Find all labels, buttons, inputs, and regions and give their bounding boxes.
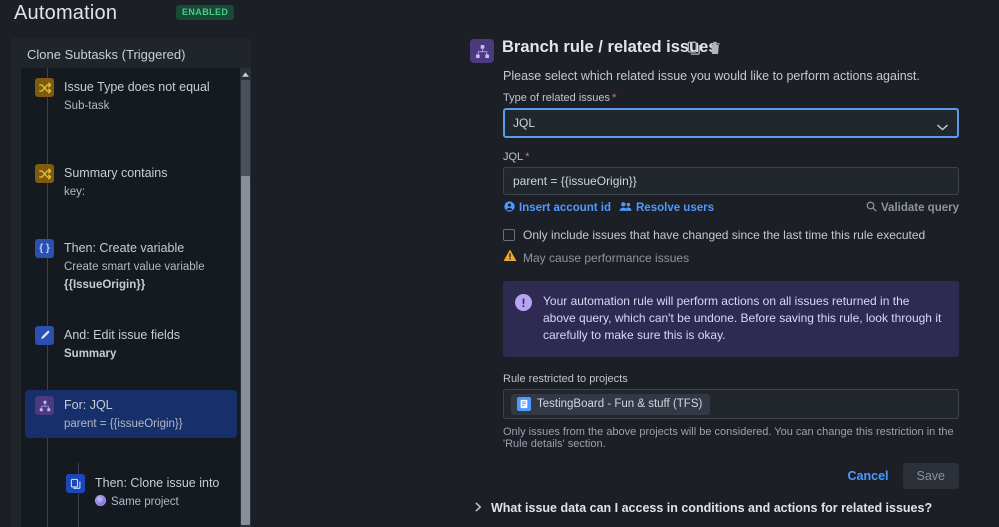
tree-scrollbar-thumb-upper[interactable] xyxy=(241,80,250,176)
search-icon xyxy=(866,201,877,215)
page-header: Automation ENABLED xyxy=(0,0,999,35)
only-changed-issues-row[interactable]: Only include issues that have changed si… xyxy=(503,228,959,242)
rule-node-title: And: Edit issue fields xyxy=(64,328,181,342)
rule-node-subtitle-2: {{IssueOrigin}} xyxy=(64,279,146,291)
shuffle-icon xyxy=(35,78,54,97)
jql-helper-links: Insert account id Resolve users Validate… xyxy=(503,201,959,218)
project-avatar-icon xyxy=(517,396,531,411)
cancel-button[interactable]: Cancel xyxy=(838,463,899,489)
rule-tree: Issue Type does not equal Sub-task Summa… xyxy=(21,68,251,527)
performance-warning-row: May cause performance issues xyxy=(503,249,959,267)
project-dot-icon xyxy=(95,495,106,506)
only-changed-issues-checkbox[interactable] xyxy=(503,229,515,241)
save-button[interactable]: Save xyxy=(902,463,959,489)
resolve-users-link[interactable]: Resolve users xyxy=(619,201,714,215)
required-marker: * xyxy=(612,92,617,104)
copy-icon[interactable] xyxy=(687,41,701,60)
rule-node-for-jql[interactable]: For: JQL parent = {{issueOrigin}} xyxy=(25,390,237,438)
validate-query-link[interactable]: Validate query xyxy=(866,201,959,215)
detail-panel: Branch rule / related issues Please sele… xyxy=(465,36,965,515)
project-chip[interactable]: TestingBoard - Fun & stuff (TFS) xyxy=(511,393,711,415)
type-of-related-issues-select[interactable]: JQL xyxy=(503,108,959,138)
only-changed-issues-label: Only include issues that have changed si… xyxy=(523,228,926,242)
faq-label: What issue data can I access in conditio… xyxy=(491,501,933,515)
rule-node-title: For: JQL xyxy=(64,398,113,412)
project-chip-label: TestingBoard - Fun & stuff (TFS) xyxy=(537,397,703,410)
status-badge: ENABLED xyxy=(176,5,235,20)
page-title: Branch rule / related issues xyxy=(502,38,718,56)
type-select-wrapper: JQL xyxy=(503,108,959,138)
people-icon xyxy=(619,201,632,215)
insert-account-id-link[interactable]: Insert account id xyxy=(504,201,611,215)
scroll-up-icon[interactable] xyxy=(240,68,251,80)
tree-scrollbar-track[interactable] xyxy=(240,68,251,527)
rule-node-issue-type[interactable]: Issue Type does not equal Sub-task xyxy=(25,72,237,120)
tree-scrollbar-thumb[interactable] xyxy=(241,176,250,525)
rule-node-subtitle: parent = {{issueOrigin}} xyxy=(64,418,183,430)
rule-node-subtitle: Sub-task xyxy=(64,100,110,112)
jql-input[interactable] xyxy=(503,167,959,195)
chevron-right-icon xyxy=(475,502,482,515)
trash-icon[interactable] xyxy=(708,41,722,60)
rule-restricted-note: Only issues from the above projects will… xyxy=(503,426,954,450)
detail-form: Type of related issues* JQL JQL* Insert … xyxy=(475,92,959,515)
detail-description: Please select which related issue you wo… xyxy=(503,69,920,83)
rule-node-create-variable[interactable]: { } Then: Create variable Create smart v… xyxy=(25,233,237,299)
info-icon: ! xyxy=(515,294,532,311)
rule-node-subtitle: Summary xyxy=(64,348,117,360)
info-banner: ! Your automation rule will perform acti… xyxy=(503,281,959,357)
rule-node-title: Then: Clone issue into xyxy=(95,476,220,490)
info-banner-text: Your automation rule will perform action… xyxy=(543,294,942,342)
header-actions xyxy=(687,41,722,60)
pencil-icon xyxy=(35,326,54,345)
rule-node-title: Then: Create variable xyxy=(64,241,185,255)
rule-panel-title: Clone Subtasks (Triggered) xyxy=(27,47,186,62)
branch-icon xyxy=(35,396,54,415)
rule-restricted-label: Rule restricted to projects xyxy=(503,373,628,385)
jql-field-label: JQL * xyxy=(503,151,530,163)
rule-panel: Clone Subtasks (Triggered) Issue Type do… xyxy=(11,38,251,527)
rule-node-subtitle: Same project xyxy=(95,494,236,510)
detail-header: Branch rule / related issues xyxy=(465,36,965,66)
page-title: Automation xyxy=(14,2,118,24)
branch-icon xyxy=(470,39,494,63)
rule-node-clone-issue[interactable]: Then: Clone issue into Same project xyxy=(56,468,236,516)
type-field-label: Type of related issues * xyxy=(503,92,617,104)
rule-node-subtitle: Create smart value variable xyxy=(64,261,205,273)
rule-node-edit-issue-fields[interactable]: And: Edit issue fields Summary xyxy=(25,320,237,368)
required-marker: * xyxy=(525,151,530,163)
rule-node-summary-contains[interactable]: Summary contains key: xyxy=(25,158,237,206)
form-actions: Cancel Save xyxy=(503,463,959,489)
rule-node-title: Summary contains xyxy=(64,166,168,180)
faq-expander[interactable]: What issue data can I access in conditio… xyxy=(475,501,959,515)
performance-warning-text: May cause performance issues xyxy=(523,251,690,265)
rule-node-subtitle: key: xyxy=(64,186,86,198)
rule-node-title: Issue Type does not equal xyxy=(64,80,210,94)
person-icon xyxy=(504,201,515,215)
rule-restricted-projects-field[interactable]: TestingBoard - Fun & stuff (TFS) xyxy=(503,389,959,419)
warning-icon xyxy=(503,249,517,267)
shuffle-icon xyxy=(35,164,54,183)
copy-icon xyxy=(66,474,85,493)
braces-icon: { } xyxy=(35,239,54,258)
